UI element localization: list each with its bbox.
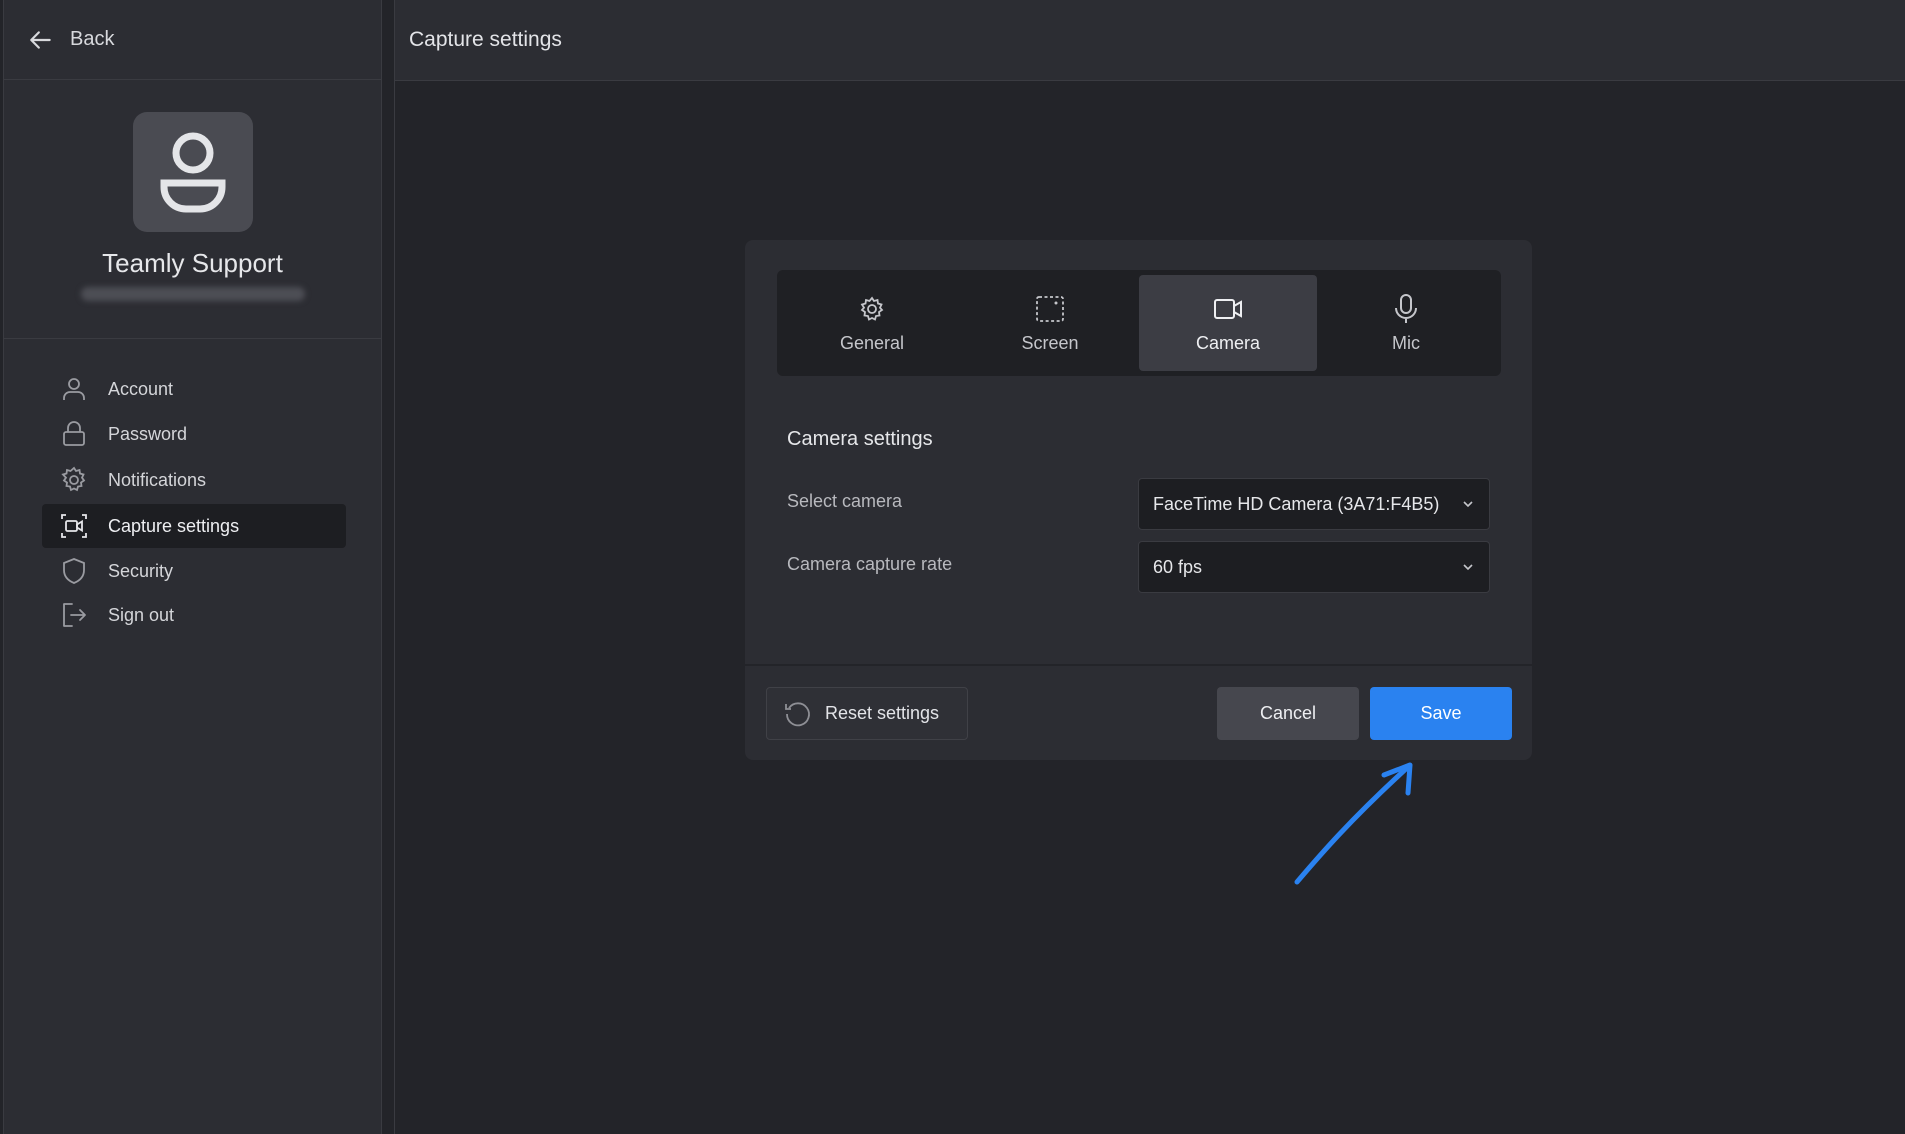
user-icon xyxy=(63,378,85,400)
shield-icon xyxy=(63,558,85,584)
sidebar-item-notifications[interactable]: Notifications xyxy=(42,458,346,502)
sidebar-item-label: Capture settings xyxy=(108,515,240,536)
save-button[interactable]: Save xyxy=(1370,687,1512,740)
profile-email-redacted xyxy=(80,287,305,301)
sidebar: Back Teamly Support Account Password Not… xyxy=(3,0,382,1134)
microphone-icon xyxy=(1395,293,1417,323)
sidebar-item-password[interactable]: Password xyxy=(42,412,346,456)
profile-section: Teamly Support xyxy=(4,80,381,339)
dialog-divider xyxy=(745,664,1532,666)
annotation-arrow-icon xyxy=(1294,762,1413,885)
profile-name: Teamly Support xyxy=(102,248,283,278)
avatar xyxy=(132,112,253,232)
gear-icon xyxy=(61,466,86,492)
user-avatar-icon xyxy=(160,132,225,213)
sidebar-item-sign-out[interactable]: Sign out xyxy=(42,593,346,637)
select-camera-value: FaceTime HD Camera (3A71:F4B5) xyxy=(1153,493,1440,514)
lock-icon xyxy=(63,421,85,446)
tab-mic[interactable]: Mic xyxy=(1317,275,1495,371)
sidebar-item-label: Account xyxy=(108,378,174,399)
page-title: Capture settings xyxy=(409,28,562,51)
sidebar-item-label: Password xyxy=(108,423,188,444)
tab-label: Camera xyxy=(1195,332,1261,353)
tab-camera[interactable]: Camera xyxy=(1139,275,1317,371)
select-camera-dropdown[interactable]: FaceTime HD Camera (3A71:F4B5) xyxy=(1138,478,1490,530)
tab-label: General xyxy=(839,332,905,353)
sidebar-item-security[interactable]: Security xyxy=(42,549,346,593)
back-label: Back xyxy=(70,28,115,50)
sidebar-item-label: Security xyxy=(108,560,174,581)
chevron-down-icon xyxy=(1463,501,1473,508)
sign-out-icon xyxy=(63,603,86,627)
sidebar-item-capture-settings[interactable]: Capture settings xyxy=(42,504,346,548)
tab-label: Mic xyxy=(1392,332,1420,353)
sidebar-nav: Account Password Notifications Capture s… xyxy=(4,339,381,637)
cancel-button[interactable]: Cancel xyxy=(1217,687,1359,740)
capture-rate-label: Camera capture rate xyxy=(787,554,953,574)
tab-general[interactable]: General xyxy=(783,275,961,371)
gear-icon xyxy=(860,295,884,321)
page-header: Capture settings xyxy=(394,0,1905,81)
tab-label: Screen xyxy=(1021,332,1079,353)
reset-settings-button[interactable]: Reset settings xyxy=(766,687,968,740)
arrow-left-icon xyxy=(30,30,51,49)
capture-icon xyxy=(61,514,87,538)
select-camera-label: Select camera xyxy=(787,491,903,511)
capture-settings-dialog: General Screen Camera Mic Camera setting… xyxy=(745,240,1532,760)
tab-screen[interactable]: Screen xyxy=(961,275,1139,371)
back-button[interactable]: Back xyxy=(4,0,381,80)
capture-rate-dropdown[interactable]: 60 fps xyxy=(1138,541,1490,593)
section-title: Camera settings xyxy=(787,428,933,450)
chevron-down-icon xyxy=(1463,564,1473,571)
sidebar-item-label: Sign out xyxy=(108,604,175,625)
screen-capture-icon xyxy=(1036,295,1064,322)
sidebar-item-account[interactable]: Account xyxy=(42,367,346,411)
reset-icon xyxy=(785,701,810,726)
reset-settings-label: Reset settings xyxy=(825,703,940,723)
capture-rate-value: 60 fps xyxy=(1153,556,1203,577)
settings-tabs: General Screen Camera Mic xyxy=(777,270,1501,376)
sidebar-item-label: Notifications xyxy=(108,469,207,490)
camera-icon xyxy=(1214,298,1242,319)
